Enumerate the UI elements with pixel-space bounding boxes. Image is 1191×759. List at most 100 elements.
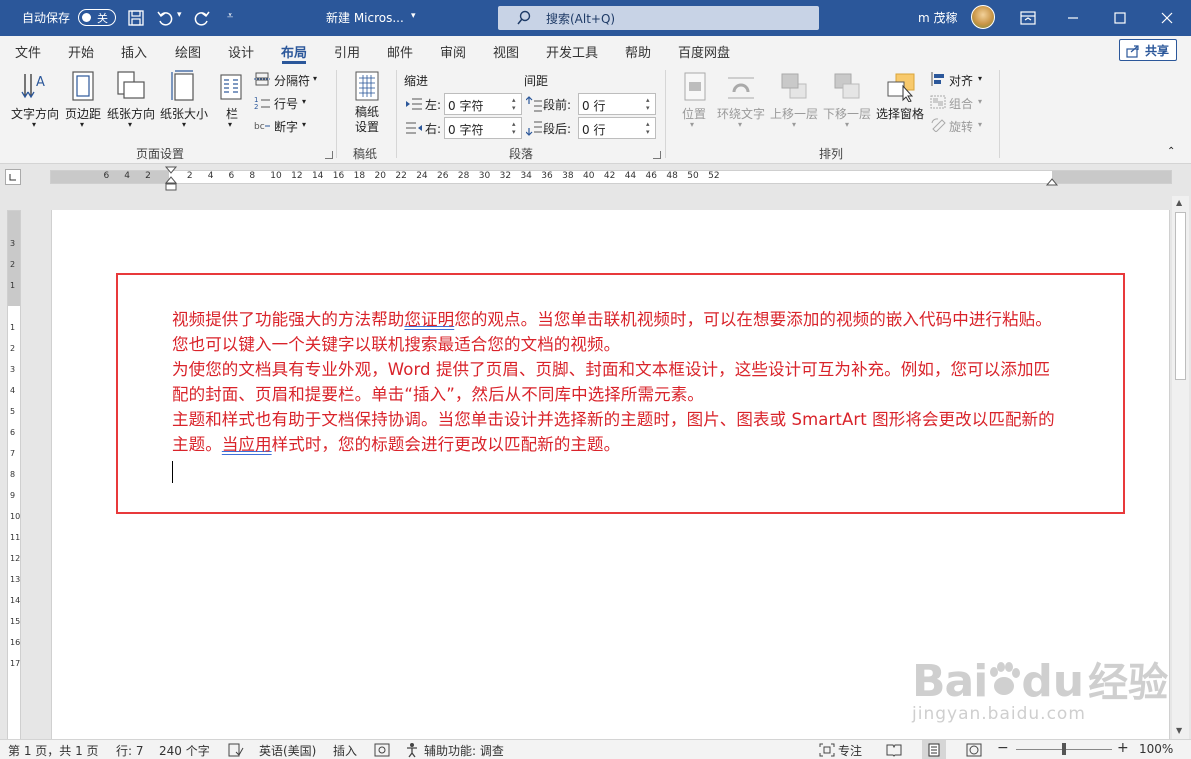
redo-icon[interactable]: [193, 9, 211, 27]
read-mode-icon[interactable]: [886, 743, 902, 757]
minimize-icon[interactable]: [1065, 10, 1081, 26]
insert-mode[interactable]: 插入: [333, 742, 357, 759]
tab-design[interactable]: 设计: [228, 42, 254, 61]
align-dropdown-icon[interactable]: ▾: [978, 74, 982, 83]
rotate-button[interactable]: 旋转: [949, 118, 973, 135]
grammar-underline[interactable]: 当应用: [222, 435, 272, 454]
share-button[interactable]: 共享: [1119, 39, 1177, 61]
horizontal-ruler[interactable]: 6 4 2 2 4 6 8 10 12 14 16 18 20 22 24 26 28 30 32 34 36 38 40 4…: [50, 170, 1172, 184]
text-direction-dropdown-icon[interactable]: ▾: [32, 120, 36, 129]
print-layout-icon[interactable]: [926, 743, 942, 757]
tab-layout[interactable]: 布局: [281, 42, 307, 61]
columns-dropdown-icon[interactable]: ▾: [228, 120, 232, 129]
scroll-thumb[interactable]: [1175, 212, 1186, 380]
tab-home[interactable]: 开始: [68, 42, 94, 61]
grammar-underline[interactable]: 您证明: [404, 310, 454, 329]
word-count[interactable]: 240 个字: [159, 742, 210, 759]
accessibility-icon[interactable]: [405, 742, 421, 758]
ribbon-display-icon[interactable]: [1019, 10, 1037, 26]
tab-review[interactable]: 审阅: [440, 42, 466, 61]
undo-icon[interactable]: [156, 9, 174, 27]
tab-references[interactable]: 引用: [334, 42, 360, 61]
vertical-ruler[interactable]: 3 2 1 1 2 3 4 5 6 7 8 9 10 11 12 13 14 15 16 17: [7, 210, 21, 740]
vertical-scrollbar[interactable]: ▲ ▼: [1172, 196, 1189, 740]
indent-marker-icon[interactable]: [164, 166, 178, 196]
spinner-arrows-icon[interactable]: ▴ ▾: [512, 96, 519, 112]
proofing-icon[interactable]: [228, 743, 244, 757]
selection-pane-button[interactable]: 选择窗格: [876, 105, 924, 122]
accessibility-status[interactable]: 辅助功能: 调查: [424, 742, 504, 759]
focus-button[interactable]: 专注: [838, 742, 862, 759]
tab-selector[interactable]: [5, 169, 21, 185]
collapse-ribbon-icon[interactable]: ⌃: [1167, 146, 1175, 157]
group-button[interactable]: 组合: [949, 95, 973, 112]
macro-record-icon[interactable]: [374, 743, 390, 757]
maximize-icon[interactable]: [1112, 10, 1128, 26]
hyphenation-button[interactable]: 断字: [274, 118, 298, 135]
undo-dropdown-icon[interactable]: ▾: [177, 10, 182, 20]
tab-file[interactable]: 文件: [15, 42, 41, 61]
spinner-arrows-icon[interactable]: ▴ ▾: [646, 120, 653, 136]
line-numbers-dropdown-icon[interactable]: ▾: [302, 97, 306, 106]
search-box[interactable]: 搜索(Alt+Q): [498, 6, 819, 30]
vruler-number: 2: [10, 344, 16, 353]
line-number[interactable]: 行: 7: [116, 742, 144, 759]
right-indent-marker-icon[interactable]: [1045, 176, 1059, 188]
spacing-before-field[interactable]: 0 行 ▴ ▾: [578, 93, 656, 115]
draft-paper-button[interactable]: 稿纸设置: [354, 105, 380, 135]
align-button[interactable]: 对齐: [949, 72, 973, 89]
spinner-arrows-icon[interactable]: ▴ ▾: [512, 120, 519, 136]
ruler-number: 2: [145, 171, 151, 181]
tab-help[interactable]: 帮助: [625, 42, 651, 61]
zoom-level[interactable]: 100%: [1139, 742, 1173, 756]
autosave-toggle[interactable]: 关: [78, 9, 116, 26]
avatar[interactable]: [971, 5, 995, 29]
spinner-arrows-icon[interactable]: ▴ ▾: [646, 96, 653, 112]
spacing-after-field[interactable]: 0 行 ▴ ▾: [578, 117, 656, 139]
tab-view[interactable]: 视图: [493, 42, 519, 61]
zoom-in-button[interactable]: +: [1117, 740, 1129, 756]
breaks-dropdown-icon[interactable]: ▾: [313, 74, 317, 83]
tab-draw[interactable]: 绘图: [175, 42, 201, 61]
indent-right-value: 0 字符: [448, 123, 484, 137]
language[interactable]: 英语(美国): [259, 742, 316, 759]
indent-left-field[interactable]: 0 字符 ▴ ▾: [444, 93, 522, 115]
size-dropdown-icon[interactable]: ▾: [182, 120, 186, 129]
zoom-out-button[interactable]: −: [997, 740, 1009, 756]
paragraph-3[interactable]: 主题和样式也有助于文档保持协调。当您单击设计并选择新的主题时，图片、图表或 Sm…: [172, 407, 1056, 457]
close-icon[interactable]: [1159, 10, 1175, 26]
scroll-down-icon[interactable]: ▼: [1176, 726, 1182, 735]
rotate-dropdown-icon[interactable]: ▾: [978, 120, 982, 129]
margins-dropdown-icon[interactable]: ▾: [80, 120, 84, 129]
focus-icon[interactable]: [819, 743, 835, 757]
scroll-up-icon[interactable]: ▲: [1176, 198, 1182, 207]
draft-group-label: 稿纸: [353, 147, 378, 161]
web-layout-icon[interactable]: [966, 743, 982, 757]
paragraph-launcher[interactable]: [653, 151, 661, 159]
bring-forward-dropdown-icon[interactable]: ▾: [792, 120, 796, 129]
customize-toolbar-icon[interactable]: ⩡: [227, 9, 233, 23]
tab-insert[interactable]: 插入: [121, 42, 147, 61]
user-name[interactable]: m 茂稼: [918, 9, 958, 26]
document-body[interactable]: 视频提供了功能强大的方法帮助您证明您的观点。当您单击联机视频时，可以在想要添加的…: [172, 307, 1056, 483]
paragraph-2[interactable]: 为使您的文档具有专业外观，Word 提供了页眉、页脚、封面和文本框设计，这些设计…: [172, 357, 1056, 407]
tab-mailings[interactable]: 邮件: [387, 42, 413, 61]
send-backward-dropdown-icon[interactable]: ▾: [845, 120, 849, 129]
indent-right-field[interactable]: 0 字符 ▴ ▾: [444, 117, 522, 139]
breaks-button[interactable]: 分隔符: [274, 72, 310, 89]
page-setup-launcher[interactable]: [325, 151, 333, 159]
page-count[interactable]: 第 1 页，共 1 页: [8, 742, 99, 759]
document-title[interactable]: 新建 Micros...: [326, 9, 404, 26]
tab-developer[interactable]: 开发工具: [546, 42, 598, 61]
position-dropdown-icon[interactable]: ▾: [690, 120, 694, 129]
line-numbers-button[interactable]: 行号: [274, 95, 298, 112]
group-dropdown-icon[interactable]: ▾: [978, 97, 982, 106]
title-dropdown-icon[interactable]: ▾: [411, 11, 416, 21]
hyphenation-dropdown-icon[interactable]: ▾: [302, 120, 306, 129]
zoom-slider-thumb[interactable]: [1062, 743, 1066, 755]
tab-baidu-netdisk[interactable]: 百度网盘: [678, 42, 730, 61]
orientation-dropdown-icon[interactable]: ▾: [128, 120, 132, 129]
save-icon[interactable]: [127, 9, 145, 27]
paragraph-1[interactable]: 视频提供了功能强大的方法帮助您证明您的观点。当您单击联机视频时，可以在想要添加的…: [172, 307, 1056, 357]
wrap-text-dropdown-icon[interactable]: ▾: [738, 120, 742, 129]
